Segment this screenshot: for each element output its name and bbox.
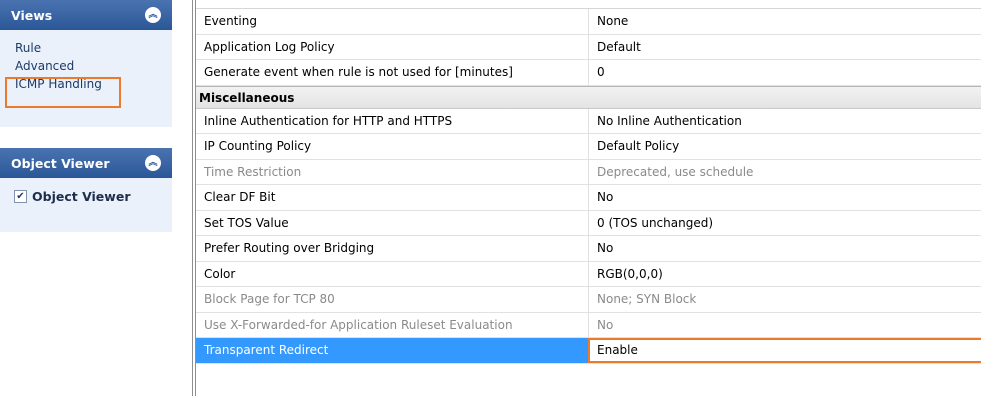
property-name: Inline Authentication for HTTP and HTTPS (204, 113, 453, 128)
property-name: Eventing (204, 14, 257, 29)
property-name: Generate event when rule is not used for… (204, 65, 513, 80)
property-value[interactable]: Default Policy (597, 139, 679, 153)
property-value[interactable]: RGB(0,0,0) (597, 267, 663, 281)
property-row-application-log-policy[interactable]: Application Log Policy Default (196, 34, 981, 60)
grid-border (192, 0, 193, 396)
property-row-set-tos-value[interactable]: Set TOS Value 0 (TOS unchanged) (196, 210, 981, 236)
property-row-time-restriction[interactable]: Time Restriction Deprecated, use schedul… (196, 159, 981, 185)
property-value[interactable]: No (597, 241, 613, 255)
property-row-inline-authentication[interactable]: Inline Authentication for HTTP and HTTPS… (196, 108, 981, 134)
property-name: Set TOS Value (204, 215, 289, 230)
property-grid: Eventing None Application Log Policy Def… (196, 0, 981, 396)
property-row-transparent-redirect[interactable]: Transparent Redirect Enable (196, 338, 981, 364)
property-value[interactable]: No (597, 190, 613, 204)
property-name: Color (204, 266, 236, 281)
property-name: Use X-Forwarded-for Application Ruleset … (204, 317, 513, 332)
object-viewer-checkbox[interactable]: ✔ (14, 190, 27, 203)
property-name: IP Counting Policy (204, 139, 312, 154)
property-name: Clear DF Bit (204, 190, 276, 205)
property-value[interactable]: Deprecated, use schedule (597, 165, 753, 179)
view-link-advanced[interactable]: Advanced (0, 57, 172, 75)
property-row-prefer-routing[interactable]: Prefer Routing over Bridging No (196, 236, 981, 262)
property-row-x-forwarded-for[interactable]: Use X-Forwarded-for Application Ruleset … (196, 312, 981, 338)
property-value[interactable]: Default (597, 40, 641, 54)
property-name: Time Restriction (204, 164, 302, 179)
property-row-ip-counting-policy[interactable]: IP Counting Policy Default Policy (196, 134, 981, 160)
collapse-icon[interactable]: ︽ (145, 155, 161, 171)
property-name: Transparent Redirect (204, 343, 329, 358)
property-name: Prefer Routing over Bridging (204, 241, 375, 256)
property-row-clear-df-bit[interactable]: Clear DF Bit No (196, 185, 981, 211)
object-viewer-panel: Object Viewer ︽ ✔ Object Viewer (0, 148, 172, 232)
property-value[interactable]: 0 (597, 65, 605, 79)
views-panel-title: Views (11, 7, 53, 23)
property-value[interactable]: None; SYN Block (597, 292, 696, 306)
property-row-block-page[interactable]: Block Page for TCP 80 None; SYN Block (196, 287, 981, 313)
property-row-eventing[interactable]: Eventing None (196, 9, 981, 35)
view-link-rule[interactable]: Rule (0, 39, 172, 57)
property-row-generate-event[interactable]: Generate event when rule is not used for… (196, 60, 981, 86)
property-value[interactable]: 0 (TOS unchanged) (597, 216, 713, 230)
collapse-icon[interactable]: ︽ (145, 7, 161, 23)
enable-highlight-box (588, 338, 981, 363)
property-value[interactable]: No Inline Authentication (597, 114, 742, 128)
object-viewer-panel-title: Object Viewer (11, 155, 110, 171)
object-viewer-checkbox-label[interactable]: Object Viewer (32, 189, 130, 204)
views-panel-header[interactable]: Views ︽ (0, 0, 172, 30)
property-name: Application Log Policy (204, 39, 335, 54)
grid-top-strip (196, 0, 981, 9)
advanced-highlight-box (5, 77, 121, 108)
property-value[interactable]: No (597, 318, 613, 332)
property-value[interactable]: None (597, 14, 628, 28)
property-row-color[interactable]: Color RGB(0,0,0) (196, 261, 981, 287)
object-viewer-panel-header[interactable]: Object Viewer ︽ (0, 148, 172, 178)
group-header-miscellaneous[interactable]: Miscellaneous (196, 85, 981, 109)
property-name: Block Page for TCP 80 (204, 292, 335, 307)
